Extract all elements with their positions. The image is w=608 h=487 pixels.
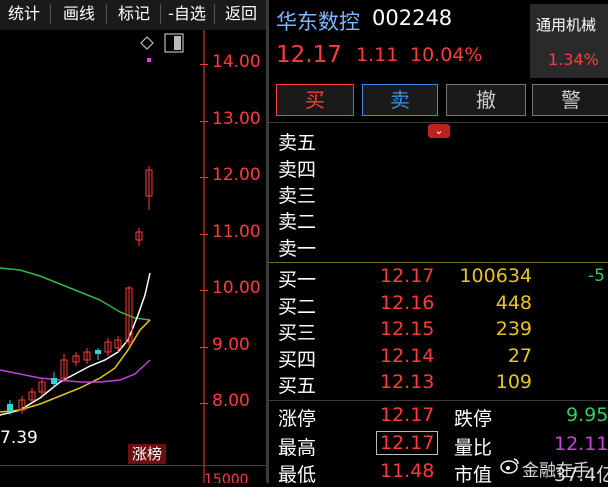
volume-ratio-label: 量比 [454, 437, 493, 459]
sector-name: 通用机械 [536, 16, 597, 34]
bid-level-5-price: 12.13 [380, 371, 435, 393]
y-tick-mark [200, 234, 208, 235]
bid-level-2-label: 买二 [278, 296, 317, 318]
ask-level-1-label: 卖一 [278, 238, 317, 260]
bid-level-3-price: 12.15 [380, 318, 435, 340]
limit-marker [147, 58, 151, 62]
bid-level-1-label: 买一 [278, 269, 317, 291]
limit-down-label: 跌停 [454, 408, 493, 430]
bid-level-3-volume: 239 [495, 318, 532, 340]
bid-level-4-label: 买四 [278, 349, 317, 371]
toolbar-back-button[interactable]: 返回 [218, 2, 264, 26]
y-tick-mark [200, 64, 208, 65]
y-tick-mark [200, 121, 208, 122]
toolbar-remove-watchlist-button[interactable]: -自选 [162, 2, 212, 26]
limit-up-value: 12.17 [380, 404, 435, 426]
chart-toolbar: 统计 画线 标记 -自选 返回 [0, 0, 268, 30]
ask-level-3-label: 卖三 [278, 185, 317, 207]
y-tick-label: 14.00 [212, 52, 261, 72]
bid-level-5-volume: 109 [495, 371, 532, 393]
price-change: 1.11 [356, 44, 399, 66]
chevron-down-icon[interactable]: ⌄ [428, 124, 450, 138]
ask-level-4-label: 卖四 [278, 159, 317, 181]
separator [268, 400, 608, 401]
candles [7, 166, 153, 415]
y-tick-label: 12.00 [212, 165, 261, 185]
high-label: 最高 [278, 437, 317, 459]
bid-level-2-price: 12.16 [380, 292, 435, 314]
y-tick-label: 13.00 [212, 109, 261, 129]
chart-bottom-border [0, 465, 266, 466]
y-tick-label: 8.00 [212, 391, 250, 411]
rank-badge[interactable]: 涨榜 [128, 444, 166, 464]
toolbar-separator [214, 4, 215, 24]
limit-up-label: 涨停 [278, 408, 317, 430]
volume-tick-label: 15000 [204, 472, 249, 483]
y-tick-mark [200, 347, 208, 348]
bid-level-1-change: -5 [588, 266, 605, 286]
volume-ratio-value: 12.11 [554, 433, 608, 455]
ma-purple-line [0, 359, 151, 383]
y-tick-label: 9.00 [212, 335, 250, 355]
candle [95, 350, 101, 354]
cancel-order-button[interactable]: 撤 [446, 84, 526, 116]
candle [51, 378, 57, 384]
toolbar-draw-button[interactable]: 画线 [54, 2, 104, 26]
watermark-text: 金融在手 [522, 461, 590, 481]
weibo-logo-icon [500, 456, 520, 474]
separator [268, 122, 608, 123]
toolbar-separator [160, 4, 161, 24]
y-tick-mark [200, 290, 208, 291]
stock-name: 华东数控 [276, 10, 360, 34]
y-tick-mark [200, 177, 208, 178]
kline-chart[interactable] [0, 30, 266, 483]
bid-level-3-label: 买三 [278, 322, 317, 344]
bid-level-4-volume: 27 [507, 345, 532, 367]
ma-green-line [0, 267, 151, 321]
bid-level-1-price: 12.17 [380, 265, 435, 287]
ask-level-5-label: 卖五 [278, 132, 317, 154]
diamond-icon[interactable] [140, 36, 154, 50]
price-change-pct: 10.04% [410, 44, 483, 66]
toolbar-mark-button[interactable]: 标记 [110, 2, 158, 26]
panel-toggle-fill [174, 36, 181, 50]
ma-white-line [0, 272, 151, 416]
stock-code: 002248 [372, 6, 453, 30]
candle [7, 404, 13, 412]
high-value: 12.17 [376, 431, 439, 455]
toolbar-separator [50, 4, 51, 24]
bid-level-4-price: 12.14 [380, 345, 435, 367]
bid-level-5-label: 买五 [278, 375, 317, 397]
y-tick-label: 11.00 [212, 222, 261, 242]
low-value: 11.48 [380, 460, 435, 482]
spread-separator [268, 262, 608, 263]
y-tick-mark [200, 403, 208, 404]
sector-change-pct: 1.34% [548, 50, 599, 69]
y-tick-label: 10.00 [212, 278, 261, 298]
low-price-label: 7.39 [0, 428, 38, 448]
toolbar-separator [106, 4, 107, 24]
toolbar-stats-button[interactable]: 统计 [2, 2, 46, 26]
last-price: 12.17 [276, 42, 342, 68]
ask-level-2-label: 卖二 [278, 211, 317, 233]
sell-button[interactable]: 卖 [362, 84, 438, 116]
panel-divider [266, 0, 269, 483]
alert-button[interactable]: 警 [532, 84, 608, 116]
bid-level-1-volume: 100634 [459, 265, 532, 287]
buy-button[interactable]: 买 [276, 84, 354, 116]
limit-down-value: 9.95 [566, 404, 608, 426]
bid-level-2-volume: 448 [495, 292, 532, 314]
